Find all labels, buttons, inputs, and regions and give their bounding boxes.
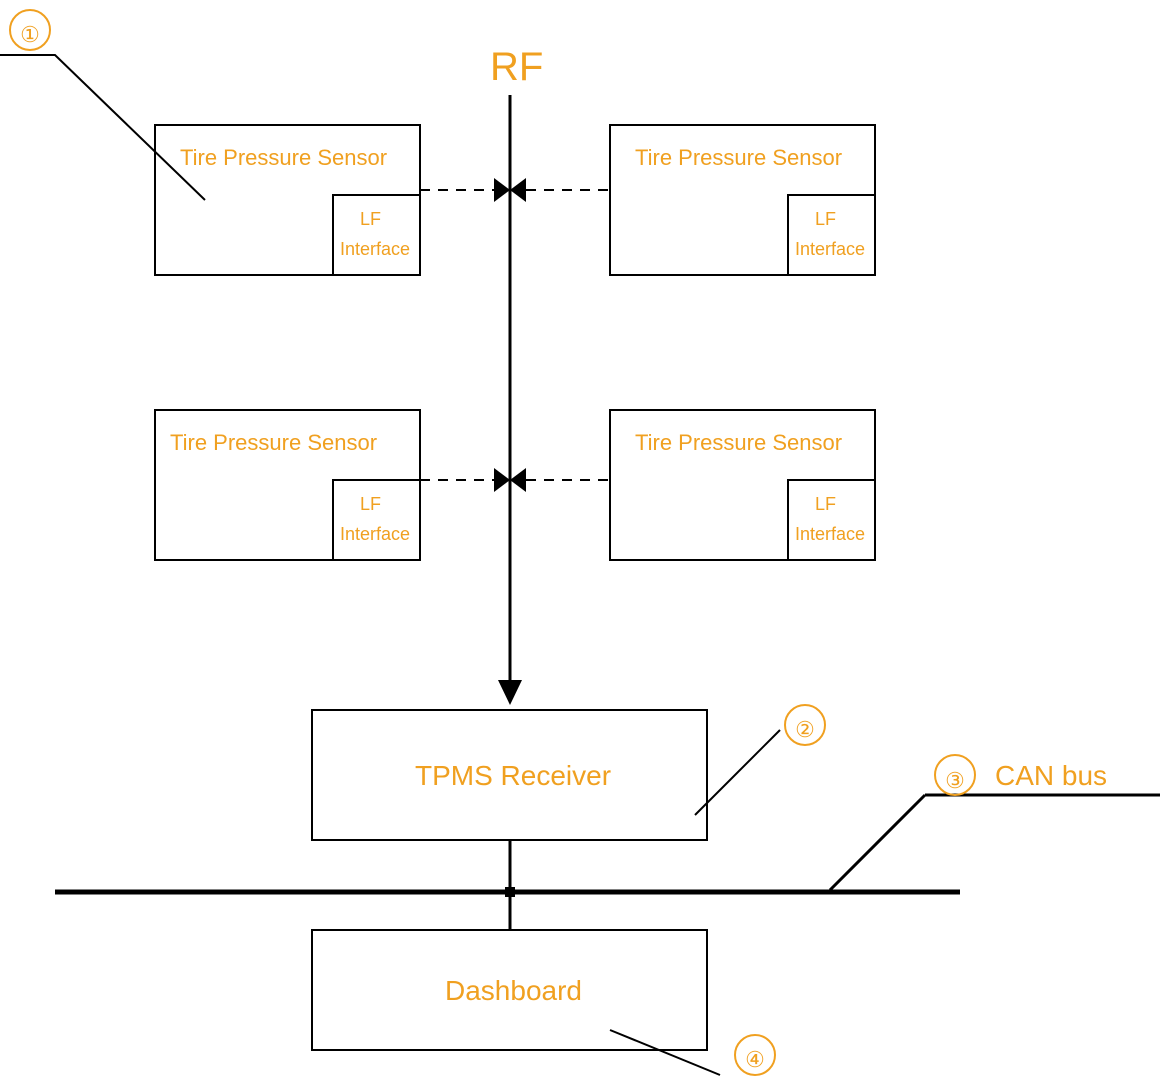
sensor-bottom-right: Tire Pressure Sensor LF Interface: [610, 410, 875, 560]
sensor-top-left: Tire Pressure Sensor LF Interface: [155, 125, 420, 275]
svg-text:Interface: Interface: [795, 524, 865, 544]
svg-text:LF: LF: [360, 209, 381, 229]
dashboard: Dashboard: [312, 930, 707, 1050]
svg-text:TPMS Receiver: TPMS Receiver: [415, 760, 611, 791]
arrowhead-down-icon: [498, 680, 522, 705]
callout-3: ③ CAN bus: [830, 755, 1160, 890]
rf-link-bottom: [420, 468, 610, 492]
svg-text:③: ③: [945, 768, 965, 793]
rf-link-top: [420, 178, 610, 202]
callout-1: ①: [0, 10, 205, 200]
tpms-diagram: RF ① Tire Pressure Sensor LF Interface T…: [0, 0, 1160, 1087]
svg-text:LF: LF: [815, 494, 836, 514]
can-bus-label: CAN bus: [995, 760, 1107, 791]
svg-text:②: ②: [795, 717, 815, 742]
rf-label: RF: [490, 45, 543, 89]
tpms-receiver: TPMS Receiver: [312, 710, 707, 840]
svg-text:Interface: Interface: [340, 524, 410, 544]
sensor-title: Tire Pressure Sensor: [170, 430, 377, 455]
svg-text:LF: LF: [815, 209, 836, 229]
bowtie-icon: [494, 468, 510, 492]
svg-text:Interface: Interface: [795, 239, 865, 259]
sensor-bottom-left: Tire Pressure Sensor LF Interface: [155, 410, 420, 560]
svg-text:④: ④: [745, 1047, 765, 1072]
svg-text:Dashboard: Dashboard: [445, 975, 582, 1006]
callout-2: ②: [695, 705, 825, 815]
callout-4: ④: [610, 1030, 775, 1075]
svg-text:LF: LF: [360, 494, 381, 514]
sensor-title: Tire Pressure Sensor: [635, 145, 842, 170]
sensor-top-right: Tire Pressure Sensor LF Interface: [610, 125, 875, 275]
sensor-title: Tire Pressure Sensor: [180, 145, 387, 170]
svg-text:①: ①: [20, 22, 40, 47]
bowtie-icon: [494, 178, 510, 202]
sensor-title: Tire Pressure Sensor: [635, 430, 842, 455]
svg-text:Interface: Interface: [340, 239, 410, 259]
